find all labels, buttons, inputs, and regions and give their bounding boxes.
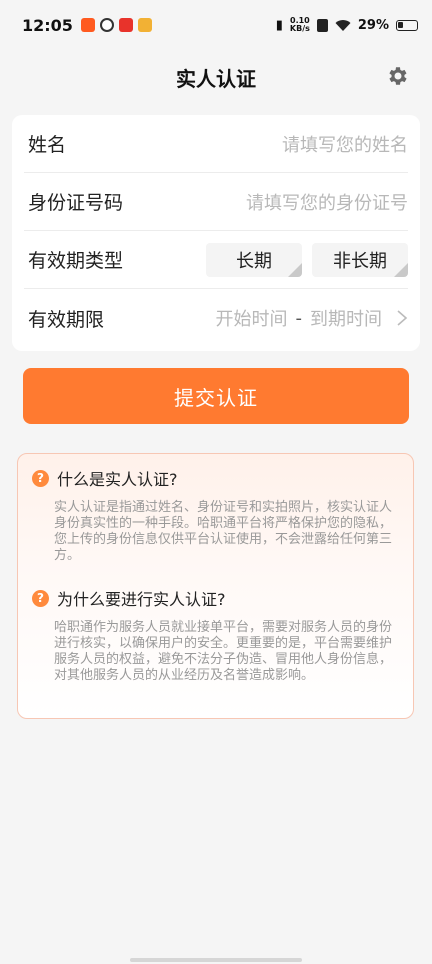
date-separator: - bbox=[295, 307, 303, 329]
wifi-icon bbox=[335, 19, 351, 31]
info-question-text: 为什么要进行实人认证? bbox=[57, 590, 226, 609]
vibrate-icon: ▮ bbox=[275, 17, 283, 33]
submit-verification-button[interactable]: 提交认证 bbox=[23, 368, 409, 424]
status-time: 12:05 bbox=[22, 15, 73, 35]
info-card: ? 什么是实人认证? 实人认证是指通过姓名、身份证号和实拍照片，核实认证人身份真… bbox=[17, 453, 414, 719]
info-question-text: 什么是实人认证? bbox=[57, 470, 178, 489]
question-icon: ? bbox=[32, 469, 49, 487]
end-date[interactable]: 到期时间 bbox=[310, 305, 382, 331]
name-input[interactable]: 请填写您的姓名 bbox=[282, 131, 408, 157]
status-right: ▮ 0.10 KB/s 29% bbox=[276, 17, 418, 33]
sim-icon bbox=[316, 18, 328, 32]
date-range[interactable]: 开始时间 - 到期时间 bbox=[216, 305, 409, 331]
title-bar: 实人认证 bbox=[0, 55, 432, 99]
info-block-what: ? 什么是实人认证? 实人认证是指通过姓名、身份证号和实拍照片，核实认证人身份真… bbox=[32, 466, 397, 564]
validity-range-row[interactable]: 有效期限 开始时间 - 到期时间 bbox=[24, 289, 408, 347]
name-label: 姓名 bbox=[28, 134, 67, 156]
battery-percent: 29% bbox=[357, 17, 389, 33]
battery-icon bbox=[396, 19, 418, 31]
validity-range-label: 有效期限 bbox=[28, 308, 105, 331]
chevron-right-icon bbox=[397, 310, 408, 326]
info-answer: 实人认证是指通过姓名、身份证号和实拍照片，核实认证人身份真实性的一种手段。哈职通… bbox=[54, 500, 393, 563]
info-question: ? 为什么要进行实人认证? bbox=[32, 586, 397, 610]
info-question: ? 什么是实人认证? bbox=[32, 466, 397, 490]
app-notification-icon bbox=[99, 18, 114, 32]
validity-type-label: 有效期类型 bbox=[28, 250, 124, 272]
option-non-long-term[interactable]: 非长期 bbox=[312, 242, 408, 277]
start-date[interactable]: 开始时间 bbox=[216, 305, 288, 331]
info-answer: 哈职通作为服务人员就业接单平台，需要对服务人员的身份进行核实，以确保用户的安全。… bbox=[54, 620, 393, 683]
home-indicator[interactable] bbox=[130, 958, 302, 962]
form-card: 姓名 请填写您的姓名 身份证号码 请填写您的身份证号 有效期类型 长期 非长期 … bbox=[12, 115, 420, 351]
option-long-term[interactable]: 长期 bbox=[206, 242, 302, 277]
page-title: 实人认证 bbox=[176, 66, 256, 91]
id-number-input[interactable]: 请填写您的身份证号 bbox=[246, 189, 408, 215]
app-notification-icon bbox=[80, 18, 95, 32]
name-row: 姓名 请填写您的姓名 bbox=[24, 115, 408, 173]
app-notification-icon bbox=[118, 18, 133, 32]
app-notification-icon bbox=[137, 18, 152, 32]
net-speed: 0.10 KB/s bbox=[290, 17, 310, 33]
id-number-row: 身份证号码 请填写您的身份证号 bbox=[24, 173, 408, 231]
validity-type-row: 有效期类型 长期 非长期 bbox=[24, 231, 408, 289]
gear-icon[interactable] bbox=[386, 64, 410, 88]
net-speed-unit: KB/s bbox=[289, 24, 310, 33]
id-number-label: 身份证号码 bbox=[28, 192, 124, 214]
validity-type-options: 长期 非长期 bbox=[206, 242, 408, 277]
info-block-why: ? 为什么要进行实人认证? 哈职通作为服务人员就业接单平台，需要对服务人员的身份… bbox=[32, 586, 397, 684]
status-bar: 12:05 ▮ 0.10 KB/s 29% bbox=[0, 0, 432, 50]
question-icon: ? bbox=[32, 589, 49, 607]
